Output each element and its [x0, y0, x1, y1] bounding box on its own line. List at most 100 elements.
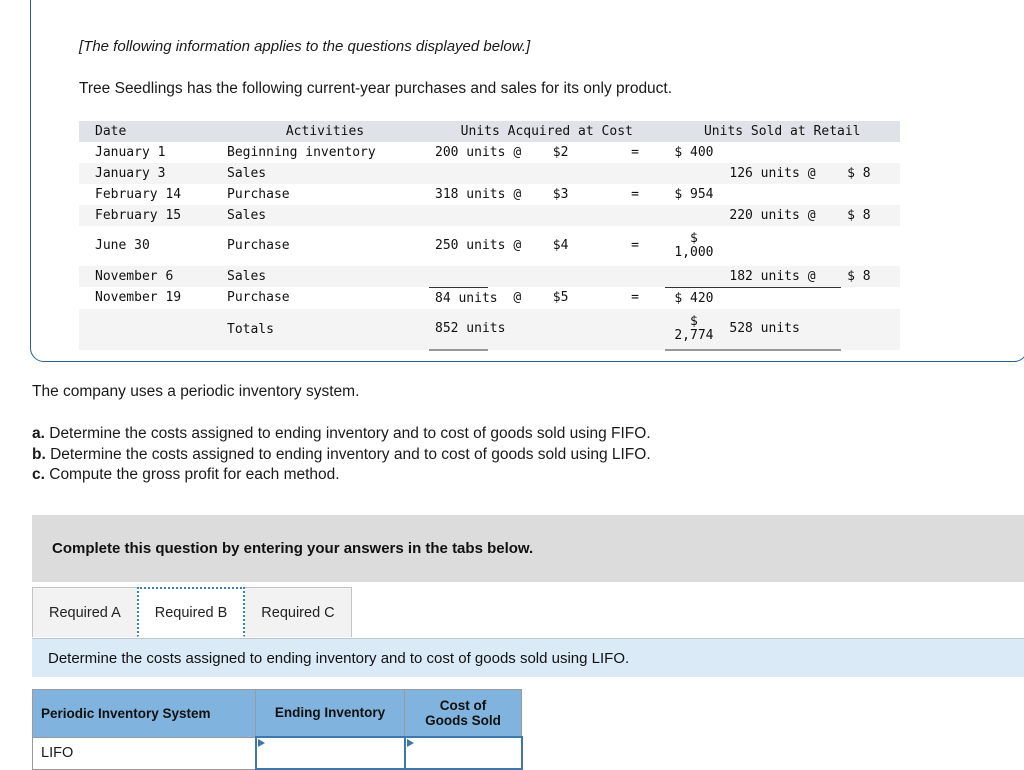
complete-question-text: Complete this question by entering your …: [52, 540, 534, 557]
header-periodic-inventory-system: Periodic Inventory System: [32, 689, 256, 738]
question-requirements: The company uses a periodic inventory sy…: [32, 382, 992, 486]
cell-equals: =: [605, 225, 665, 266]
cell-equals: =: [605, 287, 665, 309]
requirement-c: c. Compute the gross profit for each met…: [32, 465, 992, 485]
tab-required-c-label: Required C: [261, 604, 335, 621]
cell-acquired-units: [429, 162, 488, 184]
header-units-sold: Units Sold at Retail: [664, 120, 900, 142]
cell-unit-price: $2: [546, 141, 606, 163]
text-spacer: [32, 402, 992, 424]
header-date: Date: [79, 120, 221, 142]
totals-spacer: [79, 308, 221, 350]
totals-spacer-price: [546, 308, 606, 350]
cell-date: February 14: [79, 183, 221, 205]
ending-inventory-input[interactable]: [256, 740, 404, 766]
cell-sold-units: [723, 286, 783, 309]
cell-unit-price: [546, 162, 606, 184]
cell-total-cost: $ 420: [664, 286, 724, 309]
answer-header-row: Periodic Inventory System Ending Invento…: [32, 689, 522, 738]
totals-total-cost: $ 2,774: [664, 308, 724, 351]
cell-sold-price: $ 8: [841, 162, 900, 184]
totals-row: Totals 852 units $ 2,774 528 units: [79, 308, 900, 351]
tab-required-b-label: Required B: [154, 604, 228, 621]
cell-sold-units: 126 units: [723, 162, 800, 184]
question-info-panel: [The following information applies to th…: [30, 0, 1024, 362]
applies-to-note: [The following information applies to th…: [79, 38, 531, 55]
cogs-input-cell[interactable]: [403, 736, 523, 770]
totals-sold-units: 528 units: [723, 308, 800, 351]
cell-sold-price: $ 8: [841, 204, 900, 226]
cell-sold-price: [841, 287, 900, 309]
cell-activity: Purchase: [221, 287, 429, 309]
stacked-amount: $ 1,000: [671, 232, 718, 259]
amount-value: 1,000: [674, 244, 714, 260]
cell-at-symbol: [487, 204, 547, 226]
requirement-c-text: Compute the gross profit for each method…: [44, 466, 340, 484]
scenario-statement: Tree Seedlings has the following current…: [79, 79, 673, 97]
cell-acquired-units: [429, 265, 488, 288]
periodic-system-note: The company uses a periodic inventory sy…: [32, 383, 360, 400]
table-row: February 14 Purchase 318 units @ $3 = $ …: [79, 183, 900, 205]
cell-total-cost: $ 954: [664, 183, 724, 205]
cell-total-cost: [664, 204, 724, 226]
cell-unit-price: [546, 204, 606, 226]
cell-acquired-units: 84 units: [429, 286, 498, 309]
cell-total-cost: $ 1,000: [664, 225, 724, 266]
cell-activity: Purchase: [221, 183, 429, 205]
cell-total-cost: [664, 162, 724, 184]
cell-equals: =: [605, 141, 665, 163]
cell-activity: Sales: [221, 204, 429, 226]
tab-strip: Required A Required B Required C: [32, 587, 352, 637]
cell-sold-units: [723, 183, 783, 205]
cell-date: February 15: [79, 204, 221, 226]
requirement-b: b. Determine the costs assigned to endin…: [32, 445, 992, 465]
cell-equals: [605, 204, 665, 226]
activities-table-head: Date Activities Units Acquired at Cost U…: [79, 120, 900, 142]
amount-value: 2,774: [674, 327, 714, 343]
header-cogs-line1: Cost of: [439, 697, 487, 713]
activities-table: Date Activities Units Acquired at Cost U…: [79, 120, 900, 351]
cell-equals: [605, 265, 665, 288]
table-row: January 1 Beginning inventory 200 units …: [79, 141, 900, 163]
ending-inventory-input-cell[interactable]: [254, 736, 406, 770]
amount-currency: $: [690, 231, 698, 247]
cell-at-symbol: [487, 265, 547, 288]
cell-marker-icon: [406, 739, 414, 747]
cell-sold-at-symbol: [782, 183, 842, 205]
header-ending-inventory: Ending Inventory: [255, 689, 405, 738]
tab-required-b[interactable]: Required B: [136, 587, 246, 637]
requirement-a: a. Determine the costs assigned to endin…: [32, 424, 992, 444]
tab-required-a-label: Required A: [49, 604, 121, 621]
header-cogs-line2: Goods Sold: [425, 713, 501, 728]
cogs-input[interactable]: [405, 740, 521, 766]
tab-required-a[interactable]: Required A: [32, 587, 138, 637]
cell-sold-units: [723, 225, 783, 266]
cell-sold-price: [841, 141, 900, 163]
cell-activity: Beginning inventory: [221, 141, 429, 163]
cell-marker-icon: [257, 739, 265, 747]
cell-activity: Sales: [221, 162, 429, 184]
header-activities: Activities: [221, 120, 429, 142]
table-row: February 15 Sales 220 units @ $ 8: [79, 204, 900, 226]
requirement-tabs: Required A Required B Required C: [32, 587, 1024, 639]
activities-header-row: Date Activities Units Acquired at Cost U…: [79, 120, 900, 142]
requirement-a-marker: a.: [32, 425, 45, 443]
cell-sold-units: 182 units: [723, 265, 800, 288]
cell-date: November 6: [79, 265, 221, 288]
answer-table-head: Periodic Inventory System Ending Invento…: [32, 689, 522, 738]
cell-acquired-units: 200 units: [429, 141, 505, 163]
cell-sold-price: $ 8: [841, 265, 900, 288]
answer-table: Periodic Inventory System Ending Invento…: [32, 689, 523, 770]
cell-equals: =: [605, 183, 665, 205]
cell-date: January 1: [79, 141, 221, 163]
cell-sold-at-symbol: [782, 225, 842, 266]
table-row: November 19 Purchase 84 units @ $5 = $ 4…: [79, 286, 900, 309]
tab-required-c[interactable]: Required C: [244, 587, 352, 637]
requirement-b-marker: b.: [32, 445, 46, 463]
totals-acquired-units: 852 units: [429, 308, 505, 351]
cell-acquired-units: 250 units: [429, 225, 505, 266]
cell-unit-price: $3: [546, 183, 606, 205]
cell-unit-price: $4: [546, 225, 606, 266]
stacked-amount: $ 2,774: [671, 315, 718, 342]
cell-method-lifo: LIFO: [32, 736, 256, 770]
